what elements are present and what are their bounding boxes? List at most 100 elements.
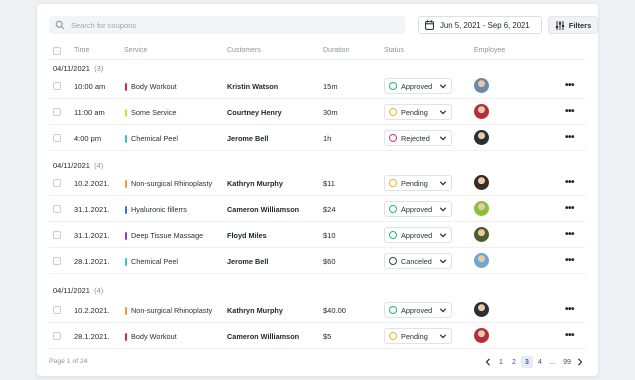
table-row[interactable]: 10:00 am Body Workout Kristin Watson 15m… <box>49 73 586 99</box>
date-range-picker[interactable]: Jun 5, 2021 - Sep 6, 2021 <box>418 16 542 34</box>
column-duration[interactable]: Duration <box>323 47 349 54</box>
status-select[interactable]: Pending <box>384 328 452 344</box>
service-color-marker <box>125 134 127 143</box>
page-2[interactable]: 2 <box>508 356 520 368</box>
employee-avatar[interactable] <box>474 130 489 145</box>
row-checkbox[interactable] <box>53 332 61 340</box>
row-checkbox[interactable] <box>53 205 61 213</box>
row-service: Chemical Peel <box>125 134 178 143</box>
row-time: 31.1.2021. <box>74 205 110 214</box>
more-options-icon[interactable]: ••• <box>565 330 575 341</box>
more-options-icon[interactable]: ••• <box>565 304 575 315</box>
employee-avatar[interactable] <box>474 227 489 242</box>
status-label: Pending <box>401 178 428 188</box>
table-row[interactable]: 31.1.2021. Deep Tissue Massage Floyd Mil… <box>49 222 586 248</box>
row-checkbox[interactable] <box>53 82 61 90</box>
next-page-icon[interactable] <box>574 356 586 368</box>
group-date: 04/11/2021 <box>53 161 90 170</box>
service-color-marker <box>125 205 127 214</box>
group-count: (4) <box>94 161 104 170</box>
table-row[interactable]: 31.1.2021. Hyaluronic fillerrs Cameron W… <box>49 196 586 222</box>
more-options-icon[interactable]: ••• <box>565 203 575 214</box>
table-row[interactable]: 28.1.2021. Body Workout Cameron Williams… <box>49 323 586 349</box>
row-checkbox[interactable] <box>53 306 61 314</box>
row-customer: Cameron Williamson <box>227 205 300 214</box>
appointments-card: Search for coupons Jun 5, 2021 - Sep 6, … <box>37 4 598 376</box>
employee-avatar[interactable] <box>474 175 489 190</box>
employee-avatar[interactable] <box>474 253 489 268</box>
column-time[interactable]: Time <box>74 47 89 54</box>
row-checkbox[interactable] <box>53 134 61 142</box>
employee-avatar[interactable] <box>474 201 489 216</box>
table-row[interactable]: 10.2.2021. Non-surgical Rhinoplasty Kath… <box>49 297 586 323</box>
column-status[interactable]: Status <box>384 47 404 54</box>
more-options-icon[interactable]: ••• <box>565 177 575 188</box>
row-checkbox[interactable] <box>53 108 61 116</box>
more-options-icon[interactable]: ••• <box>565 132 575 143</box>
row-customer: Kristin Watson <box>227 82 279 91</box>
service-color-marker <box>125 332 127 341</box>
status-dot-icon <box>389 134 397 142</box>
row-duration: $11 <box>323 179 335 188</box>
page-3-current[interactable]: 3 <box>521 356 533 368</box>
status-select[interactable]: Pending <box>384 104 452 120</box>
status-select[interactable]: Pending <box>384 175 452 191</box>
more-options-icon[interactable]: ••• <box>565 106 575 117</box>
page-4[interactable]: 4 <box>534 356 546 368</box>
chevron-down-icon <box>439 205 447 213</box>
status-select[interactable]: Approved <box>384 201 452 217</box>
select-all-checkbox[interactable] <box>53 47 61 55</box>
table-row[interactable]: 10.2.2021. Non-surgical Rhinoplasty Kath… <box>49 170 586 196</box>
row-checkbox[interactable] <box>53 257 61 265</box>
row-checkbox[interactable] <box>53 179 61 187</box>
employee-avatar[interactable] <box>474 328 489 343</box>
status-select[interactable]: Canceled <box>384 253 452 269</box>
status-label: Pending <box>401 331 428 341</box>
prev-page-icon[interactable] <box>482 356 494 368</box>
page-99[interactable]: 99 <box>560 356 574 368</box>
row-service-label: Some Service <box>131 108 177 117</box>
row-time: 10.2.2021. <box>74 306 110 315</box>
row-customer: Kathryn Murphy <box>227 306 283 315</box>
column-customers[interactable]: Customers <box>227 47 261 54</box>
row-service-label: Non-surgical Rhinoplasty <box>131 306 213 315</box>
table-row[interactable]: 28.1.2021. Chemical Peel Jerome Bell $60… <box>49 248 586 274</box>
chevron-down-icon <box>439 332 447 340</box>
row-customer: Cameron Williamson <box>227 332 300 341</box>
row-service: Non-surgical Rhinoplasty <box>125 179 212 188</box>
group-date: 04/11/2021 <box>53 286 90 295</box>
page-1[interactable]: 1 <box>495 356 507 368</box>
row-duration: $5 <box>323 332 332 341</box>
more-options-icon[interactable]: ••• <box>565 229 575 240</box>
employee-avatar[interactable] <box>474 78 489 93</box>
table-row[interactable]: 4:00 pm Chemical Peel Jerome Bell 1h Rej… <box>49 125 586 151</box>
status-select[interactable]: Approved <box>384 302 452 318</box>
row-duration: $60 <box>323 257 336 266</box>
row-duration: 1h <box>323 134 332 143</box>
status-select[interactable]: Rejected <box>384 130 452 146</box>
filters-button[interactable]: Filters <box>548 16 598 34</box>
row-customer: Kathryn Murphy <box>227 179 283 188</box>
employee-avatar[interactable] <box>474 104 489 119</box>
status-dot-icon <box>389 257 397 265</box>
search-input[interactable]: Search for coupons <box>49 16 405 34</box>
service-color-marker <box>125 231 127 240</box>
toolbar: Search for coupons Jun 5, 2021 - Sep 6, … <box>49 16 598 34</box>
row-service-label: Chemical Peel <box>131 257 179 266</box>
column-employee[interactable]: Employee <box>474 47 505 54</box>
more-options-icon[interactable]: ••• <box>565 255 575 266</box>
status-select[interactable]: Approved <box>384 78 452 94</box>
sliders-icon <box>555 20 565 30</box>
status-dot-icon <box>389 306 397 314</box>
column-service[interactable]: Service <box>124 47 147 54</box>
row-customer: Jerome Bell <box>227 134 269 143</box>
table-row[interactable]: 11:00 am Some Service Courtney Henry 30m… <box>49 99 586 125</box>
status-select[interactable]: Approved <box>384 227 452 243</box>
more-options-icon[interactable]: ••• <box>565 80 575 91</box>
row-service: Body Workout <box>125 332 177 341</box>
status-dot-icon <box>389 205 397 213</box>
employee-avatar[interactable] <box>474 302 489 317</box>
row-checkbox[interactable] <box>53 231 61 239</box>
status-label: Canceled <box>401 256 432 266</box>
row-duration: 15m <box>323 82 338 91</box>
